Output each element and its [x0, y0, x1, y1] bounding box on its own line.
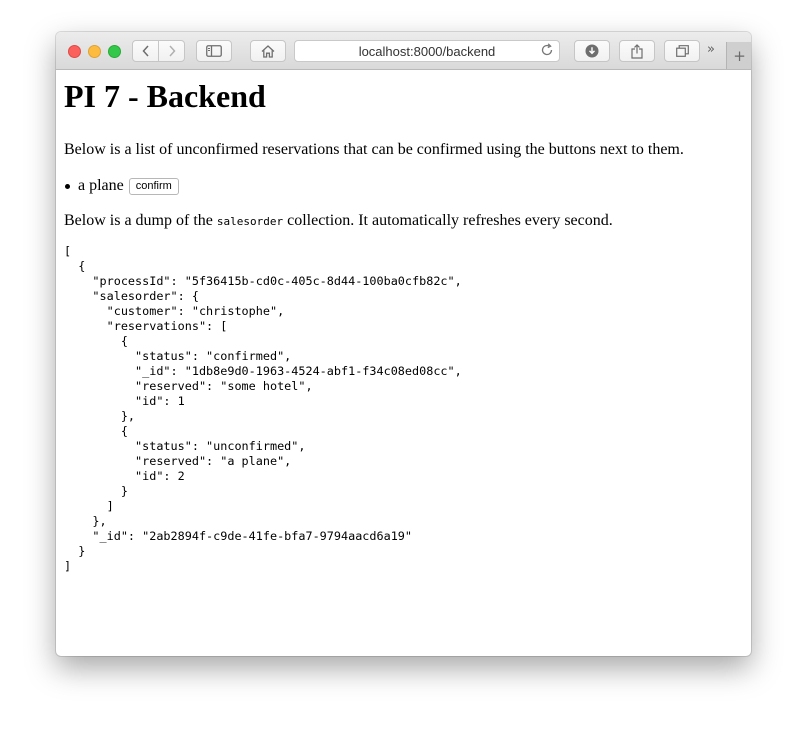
chevron-right-icon: [168, 45, 176, 57]
sidebar-icon: [206, 45, 222, 57]
reservation-list: a plane confirm: [64, 175, 744, 197]
downloads-button[interactable]: [574, 40, 610, 62]
history-nav: [132, 40, 185, 62]
reservation-label: a plane: [78, 177, 124, 194]
confirm-button[interactable]: confirm: [128, 178, 179, 195]
page-title: PI 7 - Backend: [64, 78, 266, 114]
share-icon: [631, 43, 643, 59]
minimize-window-button[interactable]: [88, 45, 101, 58]
home-icon: [261, 44, 275, 58]
home-button[interactable]: [250, 40, 286, 62]
new-tab-button[interactable]: +: [726, 42, 751, 69]
close-window-button[interactable]: [68, 45, 81, 58]
back-button[interactable]: [133, 41, 158, 61]
plus-icon: +: [733, 46, 746, 65]
share-button[interactable]: [619, 40, 655, 62]
tabs-overview-button[interactable]: [664, 40, 700, 62]
list-item: a plane confirm: [65, 175, 744, 197]
url-text: localhost:8000/backend: [358, 44, 496, 59]
dump-suffix: collection. It automatically refreshes e…: [283, 212, 613, 229]
browser-toolbar: localhost:8000/backend » +: [56, 32, 751, 70]
chevron-double-right-icon[interactable]: »: [707, 42, 715, 57]
download-icon: [585, 44, 599, 58]
collection-name: salesorder: [216, 215, 284, 228]
reload-icon[interactable]: [540, 43, 554, 62]
forward-button[interactable]: [158, 41, 184, 61]
browser-window: localhost:8000/backend » + PI 7 - Backen…: [56, 32, 751, 656]
page-content: PI 7 - Backend Below is a list of unconf…: [64, 70, 744, 574]
reservations-intro: Below is a list of unconfirmed reservati…: [64, 141, 684, 158]
zoom-window-button[interactable]: [108, 45, 121, 58]
address-bar[interactable]: localhost:8000/backend: [294, 40, 560, 62]
dump-prefix: Below is a dump of the: [64, 212, 217, 229]
chevron-left-icon: [141, 45, 149, 57]
json-dump: [ { "processId": "5f36415b-cd0c-405c-8d4…: [64, 244, 462, 573]
tabs-icon: [675, 45, 689, 57]
dump-description: Below is a dump of the salesorder collec…: [64, 211, 744, 231]
sidebar-button[interactable]: [196, 40, 232, 62]
